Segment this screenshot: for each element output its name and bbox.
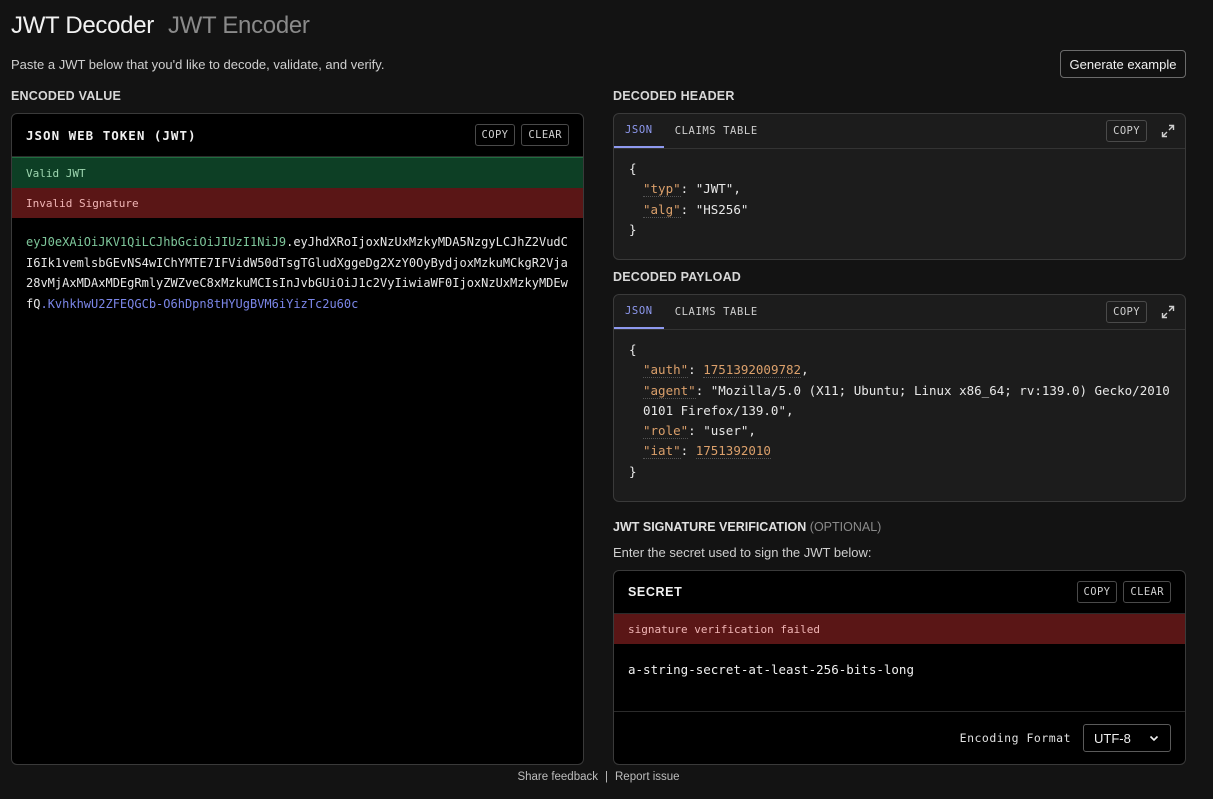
decoded-payload-panel: JSON CLAIMS TABLE COPY { "auth": 1751392… bbox=[613, 294, 1186, 502]
share-feedback-link[interactable]: Share feedback bbox=[517, 771, 598, 783]
decoded-header-tabs: JSON CLAIMS TABLE COPY bbox=[614, 114, 1185, 149]
decoded-header-actions: COPY bbox=[1106, 114, 1175, 148]
report-issue-link[interactable]: Report issue bbox=[615, 771, 680, 783]
tablist: JSON CLAIMS TABLE bbox=[614, 295, 769, 329]
encoded-value-label: ENCODED VALUE bbox=[11, 89, 122, 103]
json-line-iat: "iat": 1751392010 bbox=[643, 443, 771, 460]
copy-payload-button[interactable]: COPY bbox=[1106, 301, 1147, 323]
copy-secret-button[interactable]: COPY bbox=[1076, 581, 1118, 603]
footer-separator: | bbox=[605, 771, 608, 783]
decoded-header-label: DECODED HEADER bbox=[613, 89, 735, 103]
footer: Share feedback | Report issue bbox=[0, 771, 1197, 783]
json-line-alg: "alg": "HS256" bbox=[643, 201, 749, 218]
encoding-format-label: Encoding Format bbox=[959, 731, 1071, 745]
generate-example-button[interactable]: Generate example bbox=[1060, 50, 1186, 78]
copy-jwt-button[interactable]: COPY bbox=[474, 124, 516, 146]
signature-verification-title: JWT SIGNATURE VERIFICATION (OPTIONAL) bbox=[613, 520, 881, 534]
json-line-typ: "typ": "JWT", bbox=[643, 181, 741, 198]
tab-header-json[interactable]: JSON bbox=[614, 114, 664, 148]
encoded-actions: COPY CLEAR bbox=[474, 124, 569, 146]
json-key: "alg" bbox=[643, 201, 681, 218]
json-open-brace: { bbox=[629, 161, 637, 176]
json-line-auth: "auth": 1751392009782, bbox=[643, 362, 809, 379]
tab-payload-json[interactable]: JSON bbox=[614, 295, 664, 329]
json-value: "Mozilla/5.0 (X11; Ubuntu; Linux x86_64;… bbox=[643, 382, 1170, 418]
decoded-header-panel: JSON CLAIMS TABLE COPY { "typ": "JWT", "… bbox=[613, 113, 1186, 260]
signature-description: Enter the secret used to sign the JWT be… bbox=[613, 545, 872, 560]
token-dot: . bbox=[40, 296, 48, 311]
json-close-brace: } bbox=[629, 221, 637, 237]
clear-jwt-button[interactable]: CLEAR bbox=[521, 124, 569, 146]
encoding-format-select[interactable]: UTF-8 bbox=[1083, 724, 1171, 752]
decoded-payload-tabs: JSON CLAIMS TABLE COPY bbox=[614, 295, 1185, 330]
jwt-token-input[interactable]: eyJ0eXAiOiJKV1QiLCJhbGciOiJIUzI1NiJ9.eyJ… bbox=[12, 218, 583, 328]
secret-panel: SECRET COPY CLEAR signature verification… bbox=[613, 570, 1186, 765]
json-value: "JWT" bbox=[695, 181, 734, 197]
json-key: "typ" bbox=[643, 181, 681, 198]
json-line-role: "role": "user", bbox=[643, 423, 756, 440]
encoding-format-row: Encoding Format UTF-8 bbox=[614, 712, 1185, 764]
json-value: "HS256" bbox=[695, 201, 749, 217]
tab-jwt-encoder[interactable]: JWT Encoder bbox=[168, 12, 310, 40]
secret-input[interactable]: a-string-secret-at-least-256-bits-long bbox=[614, 644, 1185, 712]
clear-secret-button[interactable]: CLEAR bbox=[1123, 581, 1171, 603]
secret-actions: COPY CLEAR bbox=[1076, 581, 1171, 603]
page-subtitle: Paste a JWT below that you'd like to dec… bbox=[11, 57, 385, 72]
chevron-down-icon bbox=[1149, 735, 1159, 742]
valid-jwt-badge: Valid JWT bbox=[12, 157, 583, 188]
token-signature-part: KvhkhwU2ZFEQGCb-O6hDpn8tHYUgBVM6iYizTc2u… bbox=[47, 296, 359, 311]
signature-failed-badge: signature verification failed bbox=[614, 614, 1185, 644]
tablist: JSON CLAIMS TABLE bbox=[614, 114, 769, 148]
signature-title-main: JWT SIGNATURE VERIFICATION bbox=[613, 520, 807, 534]
tab-payload-claims-table[interactable]: CLAIMS TABLE bbox=[664, 295, 769, 329]
json-key: "role" bbox=[643, 423, 689, 440]
tab-header-claims-table[interactable]: CLAIMS TABLE bbox=[664, 114, 769, 148]
expand-icon[interactable] bbox=[1161, 124, 1175, 138]
decoded-header-json: { "typ": "JWT", "alg": "HS256" } bbox=[614, 149, 1185, 250]
decoded-payload-json: { "auth": 1751392009782, "agent": "Mozil… bbox=[614, 330, 1185, 492]
json-key: "auth" bbox=[643, 362, 689, 379]
json-line-agent: "agent": "Mozilla/5.0 (X11; Ubuntu; Linu… bbox=[643, 382, 1170, 418]
expand-icon[interactable] bbox=[1161, 305, 1175, 319]
token-header-part: eyJ0eXAiOiJKV1QiLCJhbGciOiJIUzI1NiJ9 bbox=[26, 235, 287, 249]
invalid-signature-badge: Invalid Signature bbox=[12, 188, 583, 218]
encoding-format-value: UTF-8 bbox=[1094, 730, 1131, 746]
encoded-panel: JSON WEB TOKEN (JWT) COPY CLEAR Valid JW… bbox=[11, 113, 584, 765]
copy-header-button[interactable]: COPY bbox=[1106, 120, 1147, 142]
tab-jwt-decoder[interactable]: JWT Decoder bbox=[11, 12, 154, 40]
secret-panel-header: SECRET COPY CLEAR bbox=[614, 571, 1185, 614]
json-key: "iat" bbox=[643, 443, 681, 460]
encoded-panel-header: JSON WEB TOKEN (JWT) COPY CLEAR bbox=[12, 114, 583, 157]
decoded-payload-label: DECODED PAYLOAD bbox=[613, 270, 742, 284]
jwt-panel-title: JSON WEB TOKEN (JWT) bbox=[26, 127, 197, 143]
title-tabs: JWT Decoder JWT Encoder bbox=[11, 12, 310, 40]
json-key: "agent" bbox=[643, 382, 696, 399]
signature-title-optional: (OPTIONAL) bbox=[809, 520, 882, 534]
json-value: 1751392010 bbox=[695, 443, 771, 460]
json-value: 1751392009782 bbox=[703, 362, 802, 379]
decoded-payload-actions: COPY bbox=[1106, 295, 1175, 329]
json-open-brace: { bbox=[629, 342, 637, 357]
secret-title: SECRET bbox=[628, 585, 683, 599]
json-value: "user" bbox=[703, 423, 749, 439]
json-close-brace: } bbox=[629, 463, 637, 479]
